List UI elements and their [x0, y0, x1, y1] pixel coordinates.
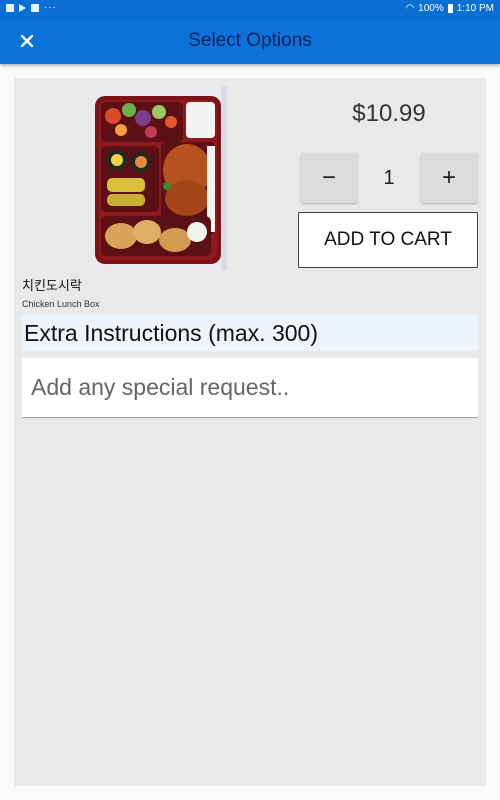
page-title: Select Options	[188, 30, 312, 51]
clock: 1:10 PM	[456, 3, 494, 14]
close-button[interactable]	[14, 28, 40, 54]
quantity-decrease-button[interactable]: −	[301, 153, 357, 203]
status-bar: ··· ◠ 100% 1:10 PM	[0, 0, 500, 18]
image-notification-icon	[6, 4, 14, 12]
play-store-notification-icon	[19, 4, 26, 12]
wifi-icon: ◠	[405, 3, 415, 14]
battery-percent: 100%	[418, 3, 444, 14]
minus-icon: −	[321, 164, 336, 191]
product-name-korean: 치킨도시락	[22, 278, 82, 293]
app-notification-icon	[31, 4, 39, 12]
app-bar: Select Options	[0, 18, 500, 64]
extra-instructions-header: Extra Instructions (max. 300)	[22, 315, 478, 351]
plus-icon: +	[441, 164, 456, 191]
system-status: ◠ 100% 1:10 PM	[405, 3, 494, 14]
notification-icons: ···	[6, 3, 57, 13]
product-price: $10.99	[352, 100, 426, 127]
bento-box-photo	[89, 86, 227, 270]
quantity-value: 1	[383, 167, 395, 189]
more-notifications-icon: ···	[44, 2, 57, 13]
quantity-increase-button[interactable]: +	[421, 153, 477, 203]
special-request-input[interactable]	[22, 358, 478, 418]
product-image	[89, 86, 227, 270]
add-to-cart-button[interactable]: ADD TO CART	[298, 212, 478, 268]
options-panel: $10.99 − 1 + ADD TO CART 치킨도시락 Chicken L…	[14, 78, 486, 786]
close-icon	[21, 35, 33, 47]
product-name-english: Chicken Lunch Box	[22, 299, 100, 309]
battery-icon	[447, 4, 453, 13]
